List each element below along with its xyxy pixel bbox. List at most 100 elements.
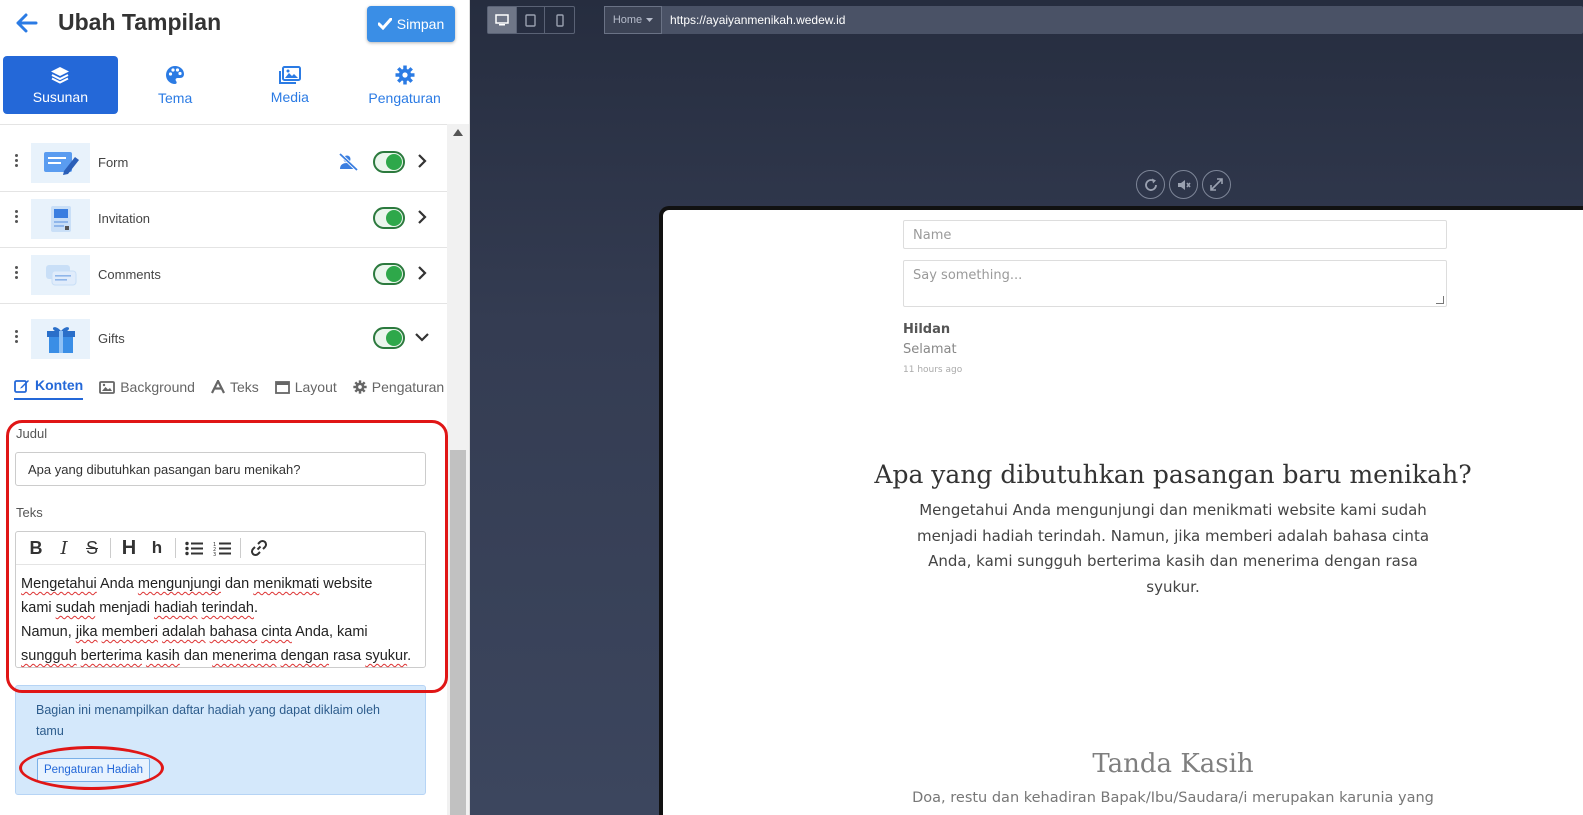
fullscreen-button[interactable] <box>1202 170 1231 199</box>
chevron-down-icon[interactable] <box>414 329 430 345</box>
tab-label: Media <box>270 88 309 105</box>
gear-icon <box>353 380 367 394</box>
subtab-pengaturan[interactable]: Pengaturan <box>353 374 444 400</box>
section-row-form[interactable]: Form <box>0 136 447 192</box>
subtab-layout[interactable]: Layout <box>274 374 337 400</box>
next-section-title: Tanda Kasih <box>1092 749 1254 779</box>
tab-label: Pengaturan <box>368 89 441 106</box>
resize-handle-icon[interactable] <box>1436 296 1444 304</box>
preview-panel: Home https://ayaiyanmenikah.wedew.id Nam… <box>470 0 1583 815</box>
invitation-thumbnail <box>31 199 90 239</box>
chevron-right-icon[interactable] <box>414 265 430 281</box>
drag-handle-icon[interactable] <box>12 266 20 279</box>
tab-tema[interactable]: Tema <box>118 56 233 114</box>
annotation-highlight-box <box>6 420 448 693</box>
text-icon <box>210 380 225 394</box>
gift-section-title: Apa yang dibutuhkan pasangan baru menika… <box>874 460 1472 489</box>
reload-icon <box>1144 178 1157 191</box>
page-title: Ubah Tampilan <box>58 9 222 35</box>
drag-handle-icon[interactable] <box>12 154 20 167</box>
page-select[interactable]: Home <box>604 6 662 34</box>
tab-susunan[interactable]: Susunan <box>3 56 118 114</box>
palette-icon <box>166 65 185 84</box>
tab-label: Susunan <box>32 88 89 105</box>
scroll-up-arrow-icon[interactable] <box>453 129 463 136</box>
back-button[interactable] <box>14 10 40 36</box>
device-switcher <box>487 6 575 34</box>
section-row-invitation[interactable]: Invitation <box>0 192 447 248</box>
tab-media[interactable]: Media <box>233 56 348 114</box>
subtab-label: Konten <box>35 377 84 393</box>
preview-toolbar: Home https://ayaiyanmenikah.wedew.id <box>470 0 1583 40</box>
page-select-value: Home <box>612 14 643 26</box>
subtab-konten[interactable]: Konten <box>14 374 84 400</box>
check-icon <box>377 18 392 30</box>
comments-thumbnail <box>31 255 90 295</box>
subtab-label: Layout <box>294 379 337 395</box>
visibility-toggle[interactable] <box>373 327 405 349</box>
main-tabs: Susunan Tema Media Pengaturan <box>0 56 462 116</box>
gift-icon <box>46 327 75 353</box>
preview-url[interactable]: https://ayaiyanmenikah.wedew.id <box>670 13 845 27</box>
section-label: Invitation <box>98 211 151 226</box>
form-icon <box>43 152 79 175</box>
reload-button[interactable] <box>1136 170 1165 199</box>
preview-url-bar: Home https://ayaiyanmenikah.wedew.id <box>604 6 1583 34</box>
gift-sub-tabs: Konten Background Teks Layout Pengaturan <box>14 374 444 406</box>
section-label: Comments <box>98 267 161 282</box>
form-thumbnail <box>31 143 90 183</box>
section-row-gifts[interactable]: Gifts <box>0 312 447 368</box>
gift-info-text: Bagian ini menampilkan daftar hadiah yan… <box>36 703 380 738</box>
editor-header: Ubah Tampilan Simpan <box>0 0 469 48</box>
arrow-left-icon <box>16 13 38 33</box>
chevron-right-icon[interactable] <box>414 209 430 225</box>
comment-time: 11 hours ago <box>903 365 963 375</box>
volume-mute-icon <box>1177 179 1191 190</box>
section-label: Gifts <box>98 331 125 346</box>
subtab-teks[interactable]: Teks <box>210 374 259 400</box>
tab-pengaturan[interactable]: Pengaturan <box>347 56 462 114</box>
mobile-icon <box>555 13 564 27</box>
tablet-view-button[interactable] <box>517 7 546 33</box>
save-button[interactable]: Simpan <box>367 6 455 42</box>
invitation-icon <box>50 206 71 232</box>
eye-slash-icon[interactable] <box>338 153 358 171</box>
preview-controls <box>1136 170 1231 199</box>
section-row-comments[interactable]: Comments <box>0 248 447 304</box>
edit-icon <box>14 379 29 393</box>
comment-message: Selamat <box>903 342 957 357</box>
gift-section-text: Mengetahui Anda mengunjungi dan menikmat… <box>916 501 1430 596</box>
tab-label: Tema <box>158 89 193 106</box>
mute-button[interactable] <box>1169 170 1198 199</box>
drag-handle-icon[interactable] <box>12 330 20 343</box>
scroll-thumb[interactable] <box>450 450 466 815</box>
desktop-view-button[interactable] <box>488 7 517 33</box>
gifts-thumbnail <box>31 319 90 359</box>
chevron-right-icon[interactable] <box>414 153 430 169</box>
subtab-background[interactable]: Background <box>99 374 195 400</box>
drag-handle-icon[interactable] <box>12 210 20 223</box>
visibility-toggle[interactable] <box>373 207 405 229</box>
gear-icon <box>395 65 415 84</box>
message-textarea[interactable]: Say something... <box>903 260 1447 307</box>
comments-icon <box>45 265 76 286</box>
tablet-icon <box>525 13 536 27</box>
visibility-toggle[interactable] <box>373 263 405 285</box>
image-icon <box>99 380 116 394</box>
subtab-label: Background <box>120 379 195 395</box>
subtab-label: Pengaturan <box>371 379 445 395</box>
desktop-icon <box>495 14 509 26</box>
annotation-highlight-ellipse <box>19 746 164 790</box>
subtab-label: Teks <box>229 379 259 395</box>
visibility-toggle[interactable] <box>373 151 405 173</box>
message-placeholder: Say something... <box>913 268 1023 283</box>
scrollbar[interactable] <box>447 124 469 815</box>
layers-icon <box>51 66 70 84</box>
name-input[interactable]: Name <box>903 220 1447 249</box>
comment-author: Hildan <box>903 322 951 337</box>
preview-frame: Name Say something... Hildan Selamat 11 … <box>659 206 1583 815</box>
expand-icon <box>1210 178 1223 191</box>
window-icon <box>274 380 290 394</box>
next-section-text: Doa, restu dan kehadiran Bapak/Ibu/Sauda… <box>912 790 1434 806</box>
mobile-view-button[interactable] <box>545 7 574 33</box>
